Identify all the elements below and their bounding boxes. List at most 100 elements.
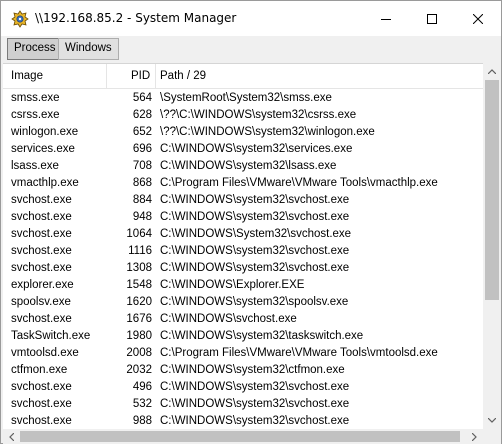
table-row[interactable]: svchost.exe 948 C:\WINDOWS\system32\svchos… <box>3 209 483 226</box>
table-row[interactable]: svchost.exe 496 C:\WINDOWS\system32\svchos… <box>3 379 483 396</box>
maximize-icon <box>427 13 437 24</box>
process-path: C:\WINDOWS\system32\svchost.exe <box>160 245 350 257</box>
process-pid: 628 <box>132 109 152 121</box>
table-row[interactable]: svchost.exe 532 C:\WINDOWS\system32\svchos… <box>3 396 483 413</box>
process-image: svchost.exe <box>11 398 72 410</box>
table-row[interactable]: csrss.exe 628 \??\C:\WINDOWS\system32\csrs… <box>3 107 483 124</box>
table-row[interactable]: TaskSwitch.exe 1980 C:\WINDOWS\system32\ta… <box>3 328 483 345</box>
table-row[interactable]: spoolsv.exe 1620 C:\WINDOWS\system32\spool… <box>3 294 483 311</box>
table-row[interactable]: svchost.exe 884 C:\WINDOWS\system32\svchos… <box>3 192 483 209</box>
process-pid: 1548 <box>126 279 152 291</box>
process-path: C:\WINDOWS\system32\svchost.exe <box>160 381 350 393</box>
table-row[interactable]: smss.exe 564 \SystemRoot\System32\smss.exe <box>3 90 483 107</box>
system-manager-app-icon <box>11 10 29 28</box>
process-pid: 1676 <box>126 313 152 325</box>
scroll-left-button[interactable] <box>3 429 20 444</box>
process-image: svchost.exe <box>11 262 72 274</box>
vertical-scroll-thumb[interactable] <box>485 80 499 300</box>
process-image: ctfmon.exe <box>11 364 68 376</box>
process-path: C:\WINDOWS\system32\svchost.exe <box>160 262 350 274</box>
process-image: svchost.exe <box>11 211 72 223</box>
scroll-down-button[interactable] <box>483 412 501 429</box>
table-row[interactable]: services.exe 696 C:\WINDOWS\system32\servi… <box>3 141 483 158</box>
process-image: spoolsv.exe <box>11 296 71 308</box>
maximize-button[interactable] <box>409 1 455 36</box>
process-pid: 2032 <box>126 364 152 376</box>
process-path: C:\WINDOWS\system32\svchost.exe <box>160 194 350 206</box>
process-path: C:\WINDOWS\system32\taskswitch.exe <box>160 330 364 342</box>
process-pid: 696 <box>132 143 152 155</box>
process-image: svchost.exe <box>11 245 72 257</box>
table-row[interactable]: explorer.exe 1548 C:\WINDOWS\Explorer.EXE <box>3 277 483 294</box>
process-pid: 948 <box>132 211 152 223</box>
process-pid: 1308 <box>126 262 152 274</box>
process-pid: 868 <box>132 177 152 189</box>
process-path: C:\WINDOWS\Explorer.EXE <box>160 279 305 291</box>
column-header-pid[interactable]: PID <box>131 64 150 89</box>
process-image: vmacthlp.exe <box>11 177 79 189</box>
process-pid: 884 <box>132 194 152 206</box>
minimize-button[interactable] <box>363 1 409 36</box>
close-icon <box>473 13 483 24</box>
process-image: explorer.exe <box>11 279 74 291</box>
process-path: C:\Program Files\VMware\VMware Tools\vmt… <box>160 347 438 359</box>
process-path: C:\WINDOWS\system32\svchost.exe <box>160 211 350 223</box>
table-row[interactable]: ctfmon.exe 2032 C:\WINDOWS\system32\ctfmon… <box>3 362 483 379</box>
process-pid: 988 <box>132 415 152 427</box>
process-rows: smss.exe 564 \SystemRoot\System32\smss.exe… <box>3 90 483 429</box>
horizontal-scrollbar[interactable] <box>3 429 483 444</box>
table-row[interactable]: lsass.exe 708 C:\WINDOWS\system32\lsass.ex… <box>3 158 483 175</box>
tab-process[interactable]: Process <box>7 38 63 60</box>
table-row[interactable]: vmacthlp.exe 868 C:\Program Files\VMware\V… <box>3 175 483 192</box>
process-image: TaskSwitch.exe <box>11 330 91 342</box>
process-image: smss.exe <box>11 92 60 104</box>
column-header-image[interactable]: Image <box>11 64 43 89</box>
vertical-scrollbar[interactable] <box>483 63 501 429</box>
process-pid: 496 <box>132 381 152 393</box>
column-divider[interactable] <box>106 64 107 89</box>
process-list[interactable]: Image PID Path / 29 smss.exe 564 \SystemRo… <box>3 63 483 429</box>
table-row[interactable]: svchost.exe 988 C:\WINDOWS\system32\svchos… <box>3 413 483 429</box>
process-pid: 2008 <box>126 347 152 359</box>
horizontal-scroll-thumb[interactable] <box>20 431 460 442</box>
tab-windows[interactable]: Windows <box>58 38 119 60</box>
process-path: C:\WINDOWS\svchost.exe <box>160 313 297 325</box>
scroll-right-button[interactable] <box>466 429 483 444</box>
process-pid: 1980 <box>126 330 152 342</box>
process-image: lsass.exe <box>11 160 59 172</box>
table-row[interactable]: vmtoolsd.exe 2008 C:\Program Files\VMware\… <box>3 345 483 362</box>
process-image: svchost.exe <box>11 228 72 240</box>
process-path: C:\WINDOWS\System32\svchost.exe <box>160 228 352 240</box>
table-row[interactable]: winlogon.exe 652 \??\C:\WINDOWS\system32\w… <box>3 124 483 141</box>
process-path: \??\C:\WINDOWS\system32\csrss.exe <box>160 109 357 121</box>
chevron-left-icon <box>9 432 14 441</box>
process-image: svchost.exe <box>11 381 72 393</box>
process-path: C:\Program Files\VMware\VMware Tools\vma… <box>160 177 438 189</box>
process-path: C:\WINDOWS\system32\services.exe <box>160 143 353 155</box>
column-header-path[interactable]: Path / 29 <box>160 64 206 89</box>
scrollbar-corner <box>483 429 501 444</box>
process-pid: 564 <box>132 92 152 104</box>
process-path: C:\WINDOWS\system32\lsass.exe <box>160 160 337 172</box>
tab-bar: Process Windows <box>1 36 501 62</box>
process-pid: 1064 <box>126 228 152 240</box>
process-image: vmtoolsd.exe <box>11 347 79 359</box>
table-row[interactable]: svchost.exe 1064 C:\WINDOWS\System32\svcho… <box>3 226 483 243</box>
process-path: C:\WINDOWS\system32\spoolsv.exe <box>160 296 349 308</box>
close-button[interactable] <box>455 1 501 36</box>
table-row[interactable]: svchost.exe 1308 C:\WINDOWS\system32\svcho… <box>3 260 483 277</box>
process-image: svchost.exe <box>11 313 72 325</box>
table-row[interactable]: svchost.exe 1116 C:\WINDOWS\system32\svcho… <box>3 243 483 260</box>
process-pid: 1620 <box>126 296 152 308</box>
process-pid: 708 <box>132 160 152 172</box>
process-image: services.exe <box>11 143 75 155</box>
minimize-icon <box>381 18 391 20</box>
window-title: \\192.168.85.2 - System Manager <box>35 11 237 25</box>
scroll-up-button[interactable] <box>483 63 501 80</box>
column-divider[interactable] <box>155 64 156 89</box>
title-bar[interactable]: \\192.168.85.2 - System Manager <box>1 1 501 36</box>
process-pid: 1116 <box>128 245 152 257</box>
process-path: \??\C:\WINDOWS\system32\winlogon.exe <box>160 126 375 138</box>
process-image: winlogon.exe <box>11 126 79 138</box>
table-row[interactable]: svchost.exe 1676 C:\WINDOWS\svchost.exe <box>3 311 483 328</box>
